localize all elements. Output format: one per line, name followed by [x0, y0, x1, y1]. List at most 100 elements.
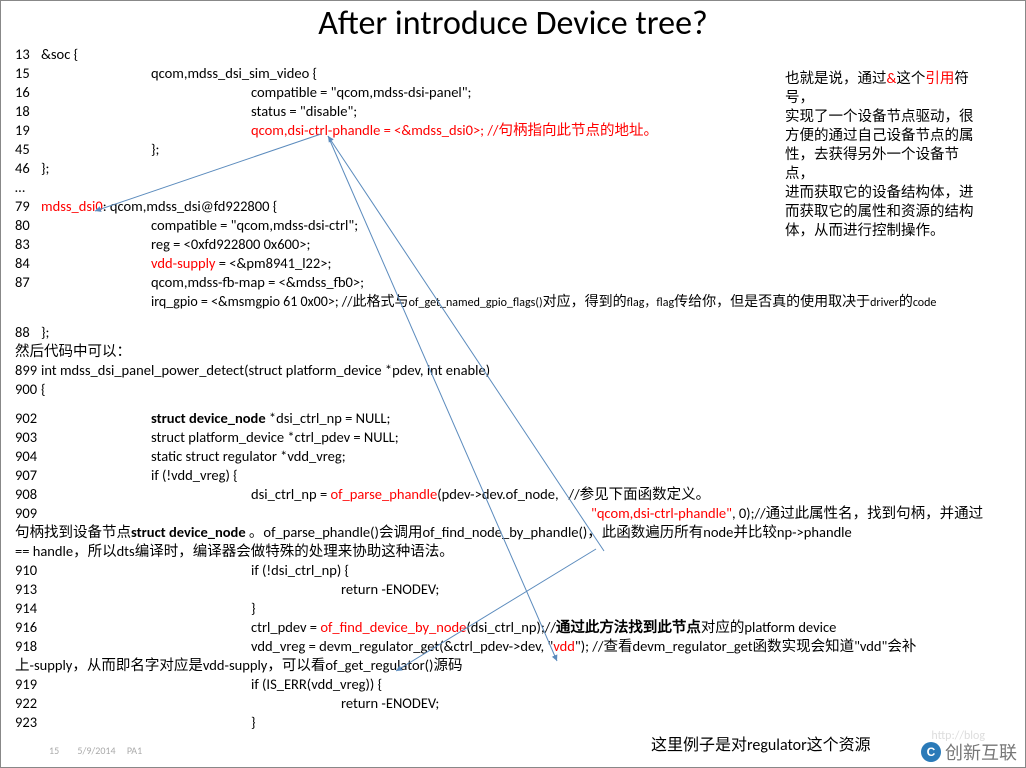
code-red: qcom,dsi-ctrl-phandle = <&mdss_dsi0>; //… — [251, 121, 658, 140]
line-num: 916 — [15, 618, 41, 637]
code-line: 15qcom,mdss_dsi_sim_video { — [15, 64, 1025, 83]
code-line: 46}; — [15, 159, 1025, 178]
code-line: 907 if (!vdd_vreg) { — [15, 466, 1025, 485]
code-line: 902struct device_node *dsi_ctrl_np = NUL… — [15, 409, 1025, 428]
code-text: qcom,mdss_dsi_sim_video { — [151, 64, 317, 83]
slide-page: After introduce Device tree? 也就是说，通过&这个引… — [0, 0, 1026, 768]
code-line: 79mdss_dsi0: qcom,mdss_dsi@fd922800 { — [15, 197, 1025, 216]
code-text: 对应，得到的 — [543, 293, 627, 310]
page-badge: 15 — [49, 744, 59, 757]
line-num: 83 — [15, 235, 41, 254]
code-line: 903 struct platform_device *ctrl_pdev = N… — [15, 428, 1025, 447]
code-bold: struct device_node — [151, 409, 266, 427]
line-num: 922 — [15, 694, 41, 713]
code-text: } — [251, 713, 256, 732]
line-num: 910 — [15, 561, 41, 580]
line-num: 904 — [15, 447, 41, 466]
watermark-logo-icon: C — [921, 742, 941, 762]
code-line: 908dsi_ctrl_np = of_parse_phandle(pdev->… — [15, 485, 1025, 504]
code-text: if (IS_ERR(vdd_vreg)) { — [251, 675, 382, 694]
code-text: compatible = "qcom,mdss-dsi-ctrl"; — [151, 216, 358, 235]
code-line: 916ctrl_pdev = of_find_device_by_node(ds… — [15, 618, 1025, 637]
line-num: 84 — [15, 254, 41, 273]
code-text: if (!vdd_vreg) { — [151, 466, 238, 485]
zh-comment: 句柄找到设备节点struct device_node 。of_parse_pha… — [15, 523, 1025, 542]
line-num: 923 — [15, 713, 41, 732]
code-text: : qcom,mdss_dsi@fd922800 { — [103, 197, 278, 215]
watermark-text: 创新互联 — [945, 739, 1017, 765]
line-num: 45 — [15, 140, 41, 159]
code-text: struct platform_device *ctrl_pdev = NULL… — [151, 428, 399, 447]
code-text: }; — [151, 140, 159, 159]
watermark: C 创新互联 — [921, 739, 1017, 765]
code-line: 13&soc { — [15, 45, 1025, 64]
code-line: 18 status = "disable"; — [15, 102, 1025, 121]
code-line: 80 compatible = "qcom,mdss-dsi-ctrl"; — [15, 216, 1025, 235]
footer-date: 5/9/2014 — [77, 744, 115, 757]
code-line: irq_gpio = <&msmgpio 61 0x00>; //此格式与of_… — [15, 292, 1025, 313]
code-line: 919if (IS_ERR(vdd_vreg)) { — [15, 675, 1025, 694]
code-line: 918vdd_vreg = devm_regulator_get(&ctrl_p… — [15, 637, 1025, 656]
spacer — [15, 313, 1025, 323]
line-num: 900 — [15, 380, 41, 399]
line-num: 16 — [15, 83, 41, 102]
code-text: } — [251, 599, 256, 618]
line-num: 18 — [15, 102, 41, 121]
line-num: 19 — [15, 121, 41, 140]
code-text: = <&pm8941_l22>; — [216, 254, 332, 272]
slide-footer: 15 5/9/2014 PA1 — [49, 744, 142, 757]
code-line: 909"qcom,dsi-ctrl-phandle", 0);//通过此属性名，… — [15, 504, 1025, 523]
line-num: 46 — [15, 159, 41, 178]
footer-label: PA1 — [127, 744, 142, 757]
code-line: 19 qcom,dsi-ctrl-phandle = <&mdss_dsi0>; … — [15, 121, 1025, 140]
zh-comment: == handle，所以dts编译时，编译器会做特殊的处理来协助这种语法。 — [15, 542, 1025, 561]
code-line: 914} — [15, 599, 1025, 618]
code-line: 84 vdd-supply = <&pm8941_l22>; — [15, 254, 1025, 273]
line-num: 80 — [15, 216, 41, 235]
code-text: , 0);//通过此属性名，找到句柄，并通过 — [732, 504, 983, 522]
line-num: 13 — [15, 45, 41, 64]
line-num: 79 — [15, 197, 41, 216]
code-line: 45}; — [15, 140, 1025, 159]
line-num: 903 — [15, 428, 41, 447]
ellipsis-line: … — [15, 178, 1025, 197]
line-num: 914 — [15, 599, 41, 618]
code-text: return -ENODEV; — [341, 580, 439, 599]
code-text-small: of_get_named_gpio_flags() — [409, 296, 543, 310]
line-num: 913 — [15, 580, 41, 599]
line-num: 909 — [15, 504, 41, 523]
code-text: static struct regulator *vdd_vreg; — [151, 447, 346, 466]
code-text: int mdss_dsi_panel_power_detect(struct p… — [41, 361, 490, 379]
line-num: 908 — [15, 485, 41, 504]
code-line: 910 if (!dsi_ctrl_np) { — [15, 561, 1025, 580]
code-text: if (!dsi_ctrl_np) { — [251, 561, 349, 580]
code-text: compatible = "qcom,mdss-dsi-panel"; — [251, 83, 471, 102]
slide-title: After introduce Device tree? — [1, 1, 1025, 42]
code-text: dsi_ctrl_np = — [251, 485, 330, 503]
code-line: 899int mdss_dsi_panel_power_detect(struc… — [15, 361, 1025, 380]
spacer — [15, 399, 1025, 409]
code-red: of_parse_phandle — [330, 485, 437, 503]
zh-comment: 上-supply，从而即名字对应是vdd-supply，可以看of_get_re… — [15, 656, 1025, 675]
code-text: qcom,mdss-fb-map = <&mdss_fb0>; — [151, 273, 364, 292]
code-text: reg = <0xfd922800 0x600>; — [151, 235, 310, 254]
code-text: status = "disable"; — [251, 102, 357, 121]
code-line: 913 return -ENODEV; — [15, 580, 1025, 599]
line-num: 88 — [15, 323, 41, 342]
code-line: 87 qcom,mdss-fb-map = <&mdss_fb0>; — [15, 273, 1025, 292]
code-red: vdd-supply — [151, 254, 216, 272]
code-line: 83 reg = <0xfd922800 0x600>; — [15, 235, 1025, 254]
line-num: 907 — [15, 466, 41, 485]
line-num: 899 — [15, 361, 41, 380]
code-text: irq_gpio = <&msmgpio 61 0x00>; //此格式与 — [151, 293, 409, 310]
code-line: 922 return -ENODEV; — [15, 694, 1025, 713]
code-text: return -ENODEV; — [341, 694, 439, 713]
code-text: }; — [41, 159, 49, 177]
code-line: 16 compatible = "qcom,mdss-dsi-panel"; — [15, 83, 1025, 102]
line-num: 87 — [15, 273, 41, 292]
zh-comment: 然后代码中可以： — [15, 342, 1025, 361]
code-line: 904 static struct regulator *vdd_vreg; — [15, 447, 1025, 466]
code-line: 923} — [15, 713, 1025, 732]
bottom-annotation: 这里例子是对regulator这个资源 — [651, 731, 871, 755]
line-num: 902 — [15, 409, 41, 428]
